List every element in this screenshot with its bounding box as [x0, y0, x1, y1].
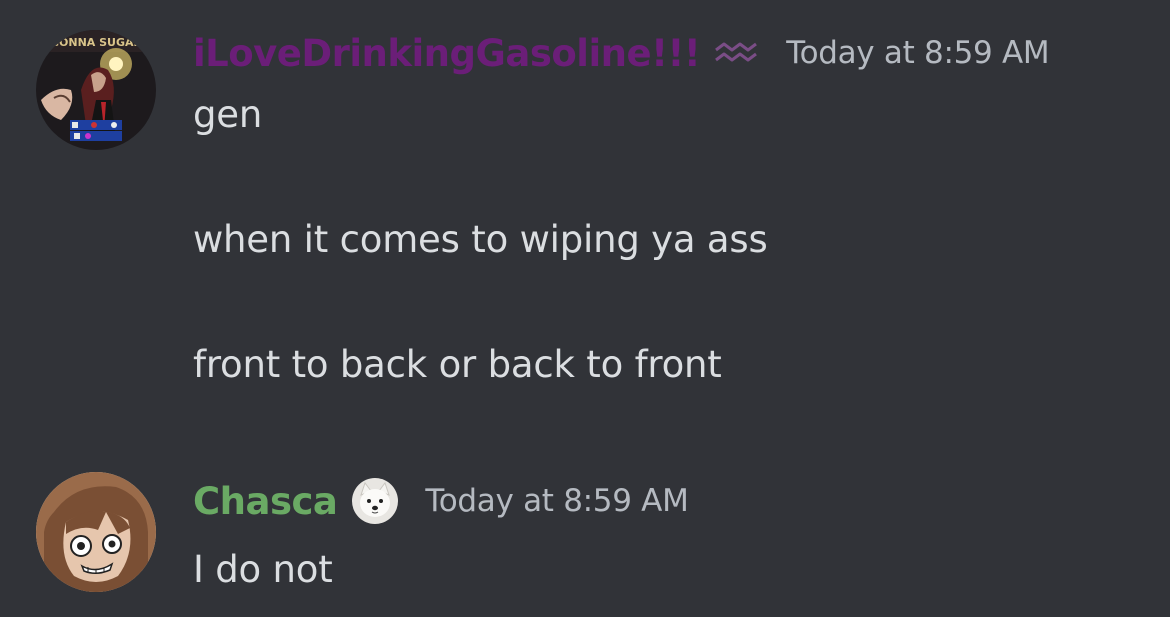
dog-icon [351, 477, 399, 525]
message-2: Chasca Today at 8:59 AM I do not [0, 440, 1170, 617]
message-line: when it comes to wiping ya ass [193, 218, 768, 261]
username[interactable]: Chasca [193, 480, 338, 523]
timestamp[interactable]: Today at 8:59 AM [786, 35, 1049, 71]
user-avatar[interactable]: GONNA SUGAR [36, 30, 156, 150]
svg-text:GONNA SUGAR: GONNA SUGAR [50, 36, 143, 49]
anime-character-avatar [36, 472, 156, 592]
message-line: front to back or back to front [193, 343, 722, 386]
username[interactable]: iLoveDrinkingGasoline!!! [193, 32, 701, 75]
anime-character-avatar: GONNA SUGAR [36, 30, 156, 150]
message-line: gen [193, 93, 263, 136]
message-line: I do not [193, 548, 333, 591]
message-header: Chasca Today at 8:59 AM [193, 476, 689, 526]
message-header: iLoveDrinkingGasoline!!! Today at 8:59 A… [193, 28, 1050, 78]
timestamp[interactable]: Today at 8:59 AM [425, 483, 688, 519]
user-avatar[interactable] [36, 472, 156, 592]
aquarius-icon [714, 40, 760, 66]
message-1: GONNA SUGAR iLoveDrinkingGasoline!!! Tod… [0, 0, 1170, 440]
